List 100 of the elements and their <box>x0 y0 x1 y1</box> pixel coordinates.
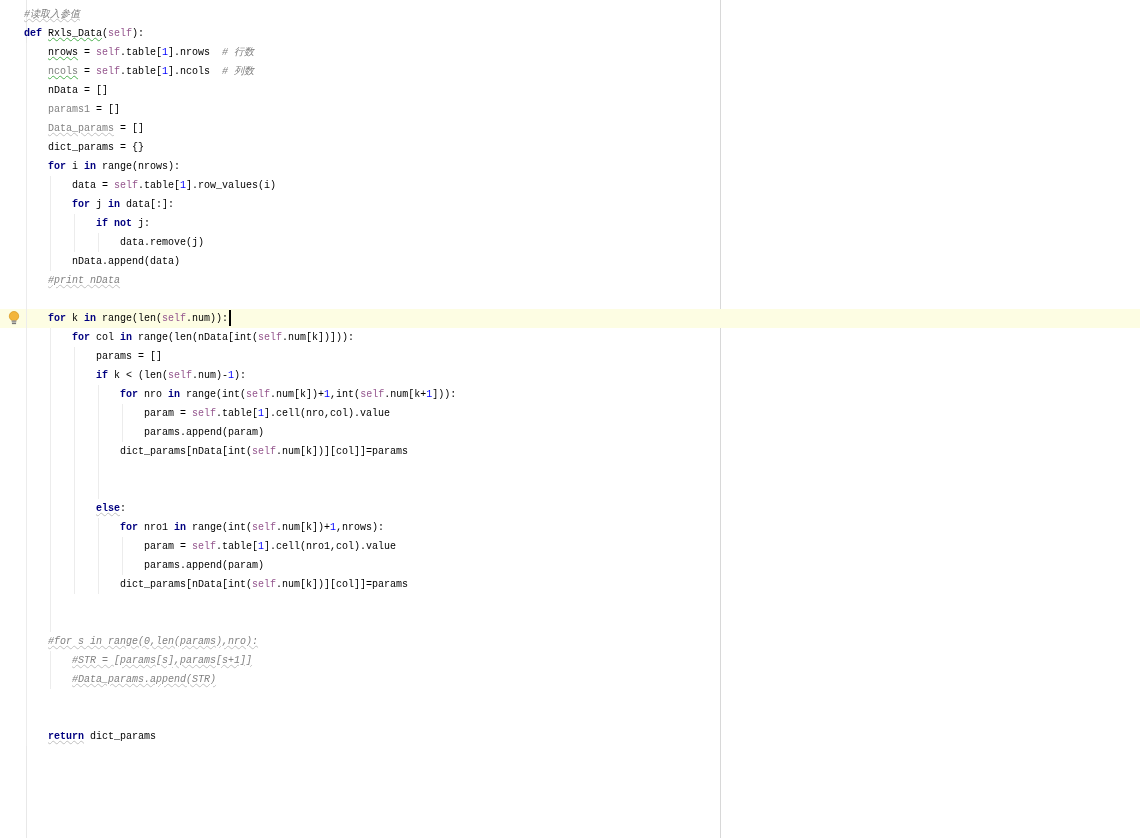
code-text: .table[ <box>216 408 259 419</box>
code-text: ( <box>102 28 109 39</box>
number-literal: 1 <box>258 408 265 419</box>
keyword: for <box>120 389 138 400</box>
keyword: for <box>72 332 90 343</box>
self-keyword: self <box>96 66 121 77</box>
code-text: ].ncols <box>168 66 212 77</box>
code-text: param = <box>144 408 187 419</box>
self-keyword: self <box>258 332 283 343</box>
unused-name: Data_params <box>48 123 114 134</box>
keyword: for <box>120 522 138 533</box>
code-text: nro <box>143 389 164 400</box>
number-literal: 1 <box>426 389 433 400</box>
code-text: param = <box>144 541 187 552</box>
keyword: in <box>84 161 97 172</box>
self-keyword: self <box>246 389 271 400</box>
code-text: dict_params = {} <box>48 142 144 153</box>
code-text: data[:]: <box>125 199 175 210</box>
code-text: range(len(nData[int( <box>137 332 259 343</box>
self-keyword: self <box>162 313 187 324</box>
number-literal: 1 <box>162 47 169 58</box>
code-text: col <box>95 332 116 343</box>
code-text: ,nrows): <box>336 522 385 533</box>
keyword: for <box>48 161 66 172</box>
code-text: Rxls_Data <box>48 28 103 39</box>
code-text: dict_params[nData[int( <box>120 579 253 590</box>
keyword: in <box>120 332 133 343</box>
code-comment: # 列数 <box>222 66 255 77</box>
number-literal: 1 <box>180 180 187 191</box>
code-comment: #Data_params.append(STR) <box>72 674 217 685</box>
code-comment: #print nData <box>48 275 120 286</box>
code-text: range(int( <box>185 389 247 400</box>
keyword: else <box>96 503 120 514</box>
code-text: ): <box>234 370 247 381</box>
keyword: in <box>108 199 121 210</box>
code-text: .num[k])+ <box>270 389 325 400</box>
code-text: .table[ <box>120 66 163 77</box>
self-keyword: self <box>114 180 139 191</box>
code-comment: #读取入参值 <box>24 9 80 20</box>
code-text: .num[k])][col]]=params <box>276 446 409 457</box>
code-text: range(len( <box>101 313 163 324</box>
keyword: for <box>48 313 66 324</box>
self-keyword: self <box>192 408 217 419</box>
code-text: range(nrows): <box>101 161 181 172</box>
code-text: .num[k])+ <box>276 522 331 533</box>
keyword: if <box>96 370 108 381</box>
code-text: k <box>71 313 80 324</box>
code-text: range(int( <box>191 522 253 533</box>
code-text: data = <box>72 180 109 191</box>
code-text: = <box>83 47 92 58</box>
code-text: nData = [] <box>48 85 108 96</box>
keyword: in <box>84 313 97 324</box>
code-text: ].row_values(i) <box>186 180 277 191</box>
code-text: nrows <box>48 47 78 58</box>
code-comment: # 行数 <box>222 47 255 58</box>
code-text: = [] <box>95 104 121 115</box>
code-text: ,int( <box>330 389 361 400</box>
self-keyword: self <box>360 389 385 400</box>
code-text: ].nrows <box>168 47 212 58</box>
code-text: .num[k+ <box>384 389 427 400</box>
code-text: ): <box>132 28 145 39</box>
code-text: .table[ <box>120 47 163 58</box>
code-text: params.append(param) <box>144 427 265 438</box>
code-text: .num)- <box>192 370 229 381</box>
self-keyword: self <box>168 370 193 381</box>
code-text: j: <box>137 218 151 229</box>
code-comment: #STR = [params[s],params[s+1]] <box>72 655 253 666</box>
code-text: dict_params <box>89 731 157 742</box>
number-literal: 1 <box>324 389 331 400</box>
code-text: = <box>83 66 92 77</box>
code-text: .table[ <box>138 180 181 191</box>
code-text: nData.append(data) <box>72 256 181 267</box>
unused-name: ncols <box>48 66 78 77</box>
code-text: ].cell(nro,col).value <box>264 408 391 419</box>
code-text: ].cell(nro1,col).value <box>264 541 397 552</box>
unused-name: params1 <box>48 104 90 115</box>
keyword: if not <box>96 218 132 229</box>
self-keyword: self <box>252 579 277 590</box>
number-literal: 1 <box>258 541 265 552</box>
lightbulb-icon[interactable] <box>8 311 20 326</box>
keyword: for <box>72 199 90 210</box>
code-text: .num[k])])): <box>282 332 355 343</box>
code-text: params.append(param) <box>144 560 265 571</box>
self-keyword: self <box>108 28 133 39</box>
self-keyword: self <box>252 522 277 533</box>
keyword: in <box>174 522 187 533</box>
code-text: ])): <box>432 389 457 400</box>
keyword: def <box>24 28 43 39</box>
code-text: dict_params[nData[int( <box>120 446 253 457</box>
number-literal: 1 <box>330 522 337 533</box>
code-text: .num[k])][col]]=params <box>276 579 409 590</box>
code-comment: #for s in range(0,len(params),nro): <box>48 636 259 647</box>
code-text: j <box>95 199 104 210</box>
code-text: data.remove(j) <box>120 237 204 248</box>
code-text: : <box>120 503 127 514</box>
self-keyword: self <box>96 47 121 58</box>
code-text: k < (len( <box>113 370 169 381</box>
number-literal: 1 <box>162 66 169 77</box>
code-text: .table[ <box>216 541 259 552</box>
code-text: .num)): <box>186 313 229 324</box>
